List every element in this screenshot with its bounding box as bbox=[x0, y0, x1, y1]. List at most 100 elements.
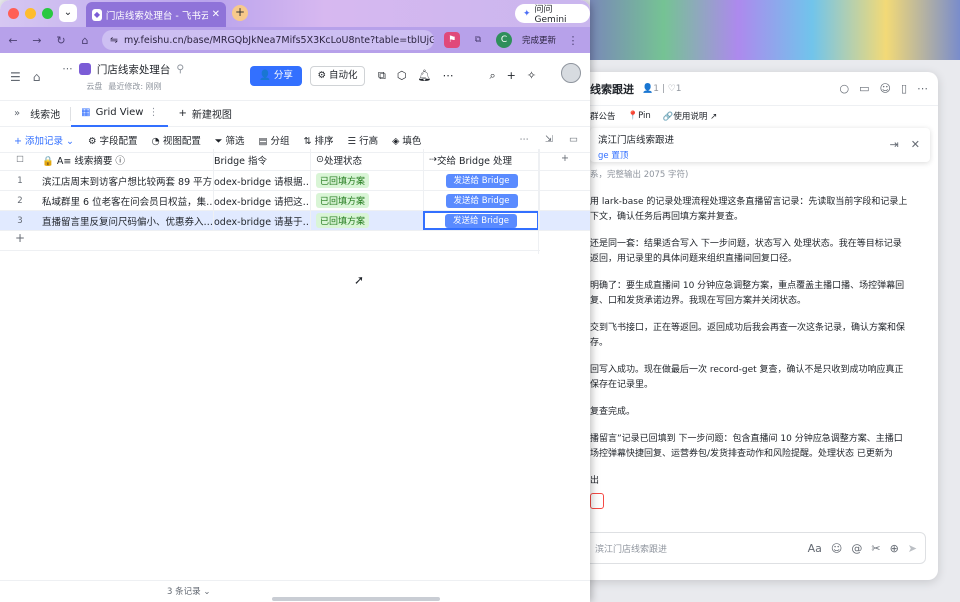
filter-button[interactable]: ⏷ 筛选 bbox=[215, 133, 245, 147]
plus-icon[interactable]: ⊕ bbox=[890, 542, 899, 555]
cell-status[interactable]: 已回填方案 bbox=[310, 211, 423, 230]
pinned-thread[interactable]: 滨江门店线索跟进 ge 置顶 ⇥ ✕ bbox=[590, 128, 930, 162]
more-icon[interactable]: ⋯ bbox=[442, 69, 453, 83]
more-icon[interactable]: ⋯ bbox=[520, 134, 530, 145]
breadcrumb-more-icon[interactable]: ⋯ bbox=[62, 63, 73, 75]
row-height-button[interactable]: ☰ 行高 bbox=[348, 133, 379, 147]
minimize-window-button[interactable] bbox=[25, 8, 36, 19]
column-header-status[interactable]: ⊙ 处理状态 bbox=[310, 149, 423, 170]
send-to-bridge-button[interactable]: 发送给 Bridge bbox=[445, 173, 518, 188]
field-config-button[interactable]: ⚙ 字段配置 bbox=[88, 133, 138, 147]
table-row[interactable]: 1 滨江店周末到访客户想比较两套 89 平方… odex-bridge 请根据…… bbox=[0, 171, 590, 191]
sidebar-icon[interactable]: ▯ bbox=[901, 82, 907, 95]
cell-bridge-command[interactable]: odex-bridge 请根据… bbox=[213, 171, 310, 190]
column-header-summary[interactable]: 🔒 A≡ 线索摘要 ⓘ bbox=[40, 153, 213, 167]
cell-summary[interactable]: 滨江店周末到访客户想比较两套 89 平方… bbox=[40, 174, 213, 188]
avatar[interactable] bbox=[561, 63, 581, 83]
tab-announcement[interactable]: 群公告 bbox=[590, 110, 616, 122]
browser-tab[interactable]: ◆ 门店线索处理台 - 飞书云文档 ✕ bbox=[86, 2, 226, 27]
column-header-bridge-command[interactable]: Bridge 指令 bbox=[213, 149, 310, 170]
close-icon[interactable]: ✕ bbox=[911, 138, 920, 151]
url-field[interactable]: ⇋ my.feishu.cn/base/MRGQbJkNea7Mifs5X3Kc… bbox=[102, 30, 434, 50]
cell-send-selected[interactable]: 发送给 Bridge bbox=[423, 211, 539, 230]
select-all-checkbox[interactable]: ☐ bbox=[0, 155, 40, 165]
cell-bridge-command[interactable]: odex-bridge 请把这… bbox=[213, 191, 310, 210]
plugin-icon[interactable]: ⬡ bbox=[397, 69, 407, 83]
tab-grid-view[interactable]: ▦ Grid View ⋮ bbox=[71, 101, 169, 127]
maximize-window-button[interactable] bbox=[42, 8, 53, 19]
scissors-icon[interactable]: ✂ bbox=[871, 542, 880, 555]
tab-pin[interactable]: 📍Pin bbox=[628, 111, 651, 121]
emoji-icon[interactable]: ☺ bbox=[831, 542, 842, 555]
doc-location[interactable]: 云盘 bbox=[86, 81, 102, 92]
home-icon[interactable]: ⌂ bbox=[78, 34, 92, 47]
view-more-icon[interactable]: ⋮ bbox=[148, 107, 158, 118]
send-icon[interactable]: ➤ bbox=[908, 542, 917, 555]
view-tabs: » 线索池 ▦ Grid View ⋮ + 新建视图 bbox=[0, 101, 590, 127]
add-record-button[interactable]: + 添加记录 ⌄ bbox=[14, 133, 74, 147]
extension-icon[interactable]: ⚑ bbox=[444, 32, 460, 48]
view-config-button[interactable]: ◔ 视图配置 bbox=[152, 133, 201, 147]
gemini-button[interactable]: ✦ 问问 Gemini bbox=[515, 4, 590, 25]
cell-summary[interactable]: 直播留言里反复问尺码偏小、优惠券入… bbox=[40, 214, 213, 228]
group-button[interactable]: ▤ 分组 bbox=[259, 133, 290, 147]
doc-title[interactable]: 门店线索处理台 bbox=[97, 62, 171, 77]
tab-lead-pool[interactable]: 线索池 bbox=[20, 101, 70, 127]
expand-icon[interactable]: ⇲ bbox=[545, 134, 553, 145]
horizontal-scrollbar[interactable] bbox=[272, 597, 440, 601]
table-row[interactable]: 3 直播留言里反复问尺码偏小、优惠券入… odex-bridge 请基于… 已回… bbox=[0, 211, 590, 231]
feishu-favicon-icon: ◆ bbox=[92, 8, 102, 21]
bell-icon[interactable]: 🔔︎ bbox=[417, 69, 431, 83]
search-icon[interactable]: ⌕ bbox=[489, 69, 495, 83]
update-button[interactable]: 完成更新 bbox=[522, 34, 556, 46]
ai-sparkle-icon[interactable]: ✧ bbox=[527, 69, 536, 83]
forward-icon[interactable]: → bbox=[30, 34, 44, 47]
reaction-button[interactable] bbox=[590, 493, 604, 509]
back-icon[interactable]: ← bbox=[6, 34, 20, 47]
send-to-bridge-button[interactable]: 发送给 Bridge bbox=[445, 213, 517, 228]
profile-icon[interactable]: C bbox=[496, 32, 512, 48]
automation-button[interactable]: ⚙ 自动化 bbox=[310, 66, 365, 86]
message-input[interactable]: 滨江门店线索跟进 Aa ☺ @ ✂ ⊕ ➤ bbox=[580, 532, 926, 564]
mention-icon[interactable]: @ bbox=[851, 542, 862, 555]
close-window-button[interactable] bbox=[8, 8, 19, 19]
share-button[interactable]: 👤 分享 bbox=[250, 66, 302, 86]
pin-icon[interactable]: ⚲ bbox=[176, 63, 184, 75]
close-tab-icon[interactable]: ✕ bbox=[212, 9, 220, 20]
send-to-bridge-button[interactable]: 发送给 Bridge bbox=[445, 193, 518, 208]
browser-menu-icon[interactable]: ⋮ bbox=[566, 34, 580, 47]
comment-icon[interactable]: ▭ bbox=[569, 134, 578, 145]
menu-icon[interactable]: ☰ bbox=[10, 70, 21, 84]
tab-search-dropdown[interactable]: ⌄ bbox=[59, 4, 77, 22]
cell-send[interactable]: 发送给 Bridge bbox=[423, 171, 539, 190]
home-icon[interactable]: ⌂ bbox=[33, 70, 41, 84]
sort-button[interactable]: ⇅ 排序 bbox=[304, 133, 334, 147]
copy-icon[interactable]: ⧉ bbox=[378, 69, 386, 83]
column-header-send-bridge[interactable]: ⇢ 交给 Bridge 处理 bbox=[423, 149, 539, 170]
add-member-icon[interactable]: ☺ bbox=[879, 82, 890, 95]
new-tab-button[interactable]: + bbox=[232, 5, 248, 21]
cell-status[interactable]: 已回填方案 bbox=[310, 171, 423, 190]
message: 系，完整输出 2075 字符) bbox=[590, 170, 689, 180]
add-row-button[interactable]: + bbox=[0, 231, 540, 251]
tab-guide[interactable]: 🔗使用说明 ↗ bbox=[663, 110, 717, 122]
new-view-button[interactable]: + 新建视图 bbox=[168, 101, 241, 127]
cell-bridge-command[interactable]: odex-bridge 请基于… bbox=[213, 211, 310, 230]
cell-send[interactable]: 发送给 Bridge bbox=[423, 191, 539, 210]
reload-icon[interactable]: ↻ bbox=[54, 34, 68, 47]
cell-summary[interactable]: 私域群里 6 位老客在问会员日权益，集… bbox=[40, 194, 213, 208]
table-row[interactable]: 2 私域群里 6 位老客在问会员日权益，集… odex-bridge 请把这… … bbox=[0, 191, 590, 211]
open-icon[interactable]: ⇥ bbox=[890, 138, 899, 151]
cell-status[interactable]: 已回填方案 bbox=[310, 191, 423, 210]
plus-icon[interactable]: + bbox=[507, 69, 516, 83]
chat-tabs: 群公告 📍Pin 🔗使用说明 ↗ bbox=[560, 106, 938, 126]
video-icon[interactable]: ▭ bbox=[859, 82, 869, 95]
puzzle-icon[interactable]: ⧉ bbox=[470, 32, 486, 48]
search-icon[interactable]: ○ bbox=[839, 82, 849, 95]
record-count[interactable]: 3 条记录 ⌄ bbox=[167, 585, 210, 597]
add-column-button[interactable]: + bbox=[539, 149, 590, 170]
text-format-icon[interactable]: Aa bbox=[808, 542, 822, 555]
fill-color-button[interactable]: ◈ 填色 bbox=[392, 133, 421, 147]
site-info-icon[interactable]: ⇋ bbox=[110, 35, 118, 46]
more-icon[interactable]: ⋯ bbox=[917, 82, 928, 95]
